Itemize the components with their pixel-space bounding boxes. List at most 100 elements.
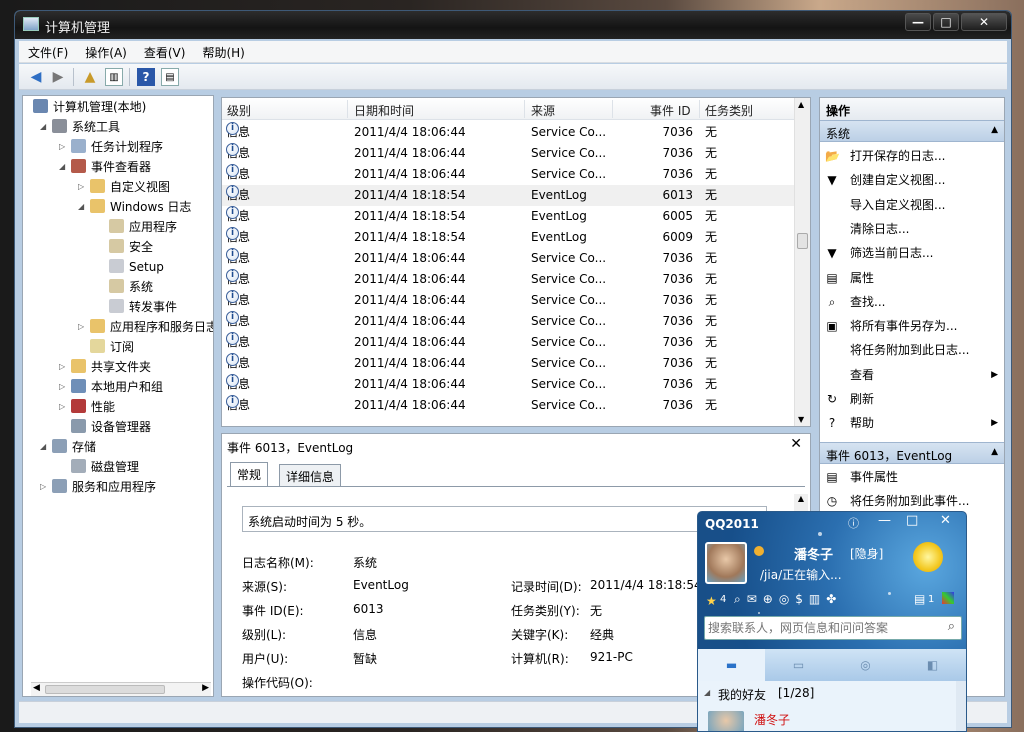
- tree-item[interactable]: 应用程序: [109, 218, 177, 236]
- online-status-icon[interactable]: [754, 546, 764, 556]
- actions-section-event[interactable]: 事件 6013，EventLog ▲: [820, 442, 1004, 464]
- tree-item[interactable]: 计算机管理(本地): [33, 98, 146, 116]
- collapse-icon[interactable]: ◢: [40, 438, 48, 456]
- qq-close-button[interactable]: ✕: [940, 513, 951, 528]
- action-item[interactable]: ▤ 属性: [820, 266, 1004, 290]
- tree-item[interactable]: 安全: [109, 238, 153, 256]
- event-row[interactable]: i 信息 2011/4/4 18:06:44 Service Co... 7036 无: [222, 164, 794, 185]
- event-row[interactable]: i 信息 2011/4/4 18:18:54 EventLog 6005 无: [222, 206, 794, 227]
- action-item[interactable]: ▤ 事件属性: [820, 465, 1004, 489]
- menu-file[interactable]: 文件(F): [19, 41, 76, 61]
- expand-icon[interactable]: ▷: [59, 358, 67, 376]
- help-icon[interactable]: ?: [137, 68, 155, 86]
- collapse-icon[interactable]: ◢: [40, 118, 48, 136]
- qq-toolbar-icons[interactable]: ⌕✉⊕◎$▥✤: [734, 592, 842, 607]
- tree-item[interactable]: 磁盘管理: [71, 458, 139, 476]
- tree-item[interactable]: ◢ 存储: [40, 438, 96, 456]
- tree-item[interactable]: ▷ 应用程序和服务日志: [78, 318, 213, 336]
- event-row[interactable]: i 信息 2011/4/4 18:06:44 Service Co... 7036 无: [222, 290, 794, 311]
- collapse-icon[interactable]: ◢: [59, 158, 67, 176]
- action-item[interactable]: 导入自定义视图...: [820, 193, 1004, 217]
- event-row[interactable]: i 信息 2011/4/4 18:18:54 EventLog 6013 无: [222, 185, 794, 206]
- tab-details[interactable]: 详细信息: [279, 464, 342, 486]
- action-item[interactable]: 📂 打开保存的日志...: [820, 144, 1004, 168]
- tree-item[interactable]: 订阅: [90, 338, 134, 356]
- expand-icon[interactable]: ▷: [40, 478, 48, 496]
- collapse-icon[interactable]: ◢: [78, 198, 86, 216]
- tree-item[interactable]: 系统: [109, 278, 153, 296]
- show-action-pane-icon[interactable]: ▤: [161, 68, 179, 86]
- qq-settings-icon[interactable]: ⓘ: [848, 515, 859, 531]
- groups-tab-icon[interactable]: ▭: [765, 649, 832, 681]
- tree-item[interactable]: ▷ 服务和应用程序: [40, 478, 156, 496]
- action-item[interactable]: ▼ 筛选当前日志...: [820, 241, 1004, 265]
- tree-item[interactable]: ▷ 共享文件夹: [59, 358, 151, 376]
- col-task-category[interactable]: 任务类别: [705, 102, 753, 119]
- qq-avatar[interactable]: [705, 542, 747, 584]
- show-tree-icon[interactable]: ▥: [105, 68, 123, 86]
- contact-avatar[interactable]: [708, 711, 744, 731]
- qq-search-input[interactable]: [708, 620, 930, 636]
- contact-name[interactable]: 潘冬子: [754, 711, 790, 728]
- qq-mail-icon[interactable]: ▤: [914, 592, 925, 606]
- search-icon[interactable]: ⌕: [948, 619, 955, 634]
- expand-icon[interactable]: ▷: [59, 138, 67, 156]
- tree-item[interactable]: ▷ 性能: [59, 398, 115, 416]
- expand-icon[interactable]: ▷: [59, 398, 67, 416]
- tree-item[interactable]: Setup: [109, 258, 164, 276]
- action-item[interactable]: ▼ 创建自定义视图...: [820, 168, 1004, 192]
- qq-maximize-button[interactable]: □: [906, 513, 918, 528]
- qq-minimize-button[interactable]: —: [878, 513, 891, 528]
- menu-action[interactable]: 操作(A): [76, 41, 135, 61]
- maximize-button[interactable]: □: [933, 13, 959, 31]
- up-folder-icon[interactable]: ▲: [81, 68, 99, 86]
- event-row[interactable]: i 信息 2011/4/4 18:06:44 Service Co... 7036 无: [222, 311, 794, 332]
- qq-group-name[interactable]: 我的好友: [718, 686, 766, 703]
- col-datetime[interactable]: 日期和时间: [354, 102, 414, 119]
- event-row[interactable]: i 信息 2011/4/4 18:18:54 EventLog 6009 无: [222, 227, 794, 248]
- forward-icon[interactable]: ▶: [49, 68, 67, 86]
- qq-skin-icon[interactable]: [942, 592, 954, 604]
- event-list-scrollbar[interactable]: ▲ ▼: [794, 98, 810, 426]
- tree-item[interactable]: ▷ 自定义视图: [78, 178, 170, 196]
- tree-item[interactable]: ▷ 本地用户和组: [59, 378, 163, 396]
- tree-item[interactable]: ◢ 系统工具: [40, 118, 120, 136]
- weather-sun-icon[interactable]: [913, 542, 943, 572]
- event-row[interactable]: i 信息 2011/4/4 18:06:44 Service Co... 7036 无: [222, 122, 794, 143]
- tab-general[interactable]: 常规: [230, 462, 269, 487]
- col-source[interactable]: 来源: [531, 102, 555, 119]
- col-event-id[interactable]: 事件 ID: [650, 102, 691, 119]
- event-row[interactable]: i 信息 2011/4/4 18:06:44 Service Co... 7036 无: [222, 395, 794, 416]
- tree-item[interactable]: 设备管理器: [71, 418, 151, 436]
- minimize-button[interactable]: —: [905, 13, 931, 31]
- event-row[interactable]: i 信息 2011/4/4 18:06:44 Service Co... 7036 无: [222, 248, 794, 269]
- expand-icon[interactable]: ▷: [78, 178, 86, 196]
- tree-item[interactable]: ◢ Windows 日志: [78, 198, 191, 216]
- back-icon[interactable]: ◀: [27, 68, 45, 86]
- contacts-tab-icon[interactable]: ▬: [698, 649, 765, 681]
- action-item[interactable]: 将任务附加到此日志...: [820, 338, 1004, 362]
- tree-horizontal-scrollbar[interactable]: ◀ ▶: [31, 682, 211, 696]
- close-button[interactable]: ✕: [961, 13, 1007, 31]
- qq-search-box[interactable]: ⌕: [704, 616, 962, 640]
- actions-section-system[interactable]: 系统 ▲: [820, 120, 1004, 142]
- event-row[interactable]: i 信息 2011/4/4 18:06:44 Service Co... 7036 无: [222, 143, 794, 164]
- expand-icon[interactable]: ▷: [59, 378, 67, 396]
- menu-view[interactable]: 查看(V): [135, 41, 194, 61]
- qzone-tab-icon[interactable]: ◎: [832, 649, 899, 681]
- event-row[interactable]: i 信息 2011/4/4 18:06:44 Service Co... 7036 无: [222, 374, 794, 395]
- tree-item[interactable]: ▷ 任务计划程序: [59, 138, 163, 156]
- action-item[interactable]: ▣ 将所有事件另存为...: [820, 314, 1004, 338]
- recent-tab-icon[interactable]: ◧: [899, 649, 966, 681]
- qq-signature[interactable]: /jia/正在输入...: [760, 566, 842, 583]
- event-row[interactable]: i 信息 2011/4/4 18:06:44 Service Co... 7036 无: [222, 332, 794, 353]
- title-bar[interactable]: 计算机管理 — □ ✕: [15, 11, 1011, 39]
- group-expand-icon[interactable]: ◢: [704, 688, 710, 697]
- tree-item[interactable]: ◢ 事件查看器: [59, 158, 151, 176]
- expand-icon[interactable]: ▷: [78, 318, 86, 336]
- action-item[interactable]: 查看 ▶: [820, 363, 1004, 387]
- action-item[interactable]: ◷ 将任务附加到此事件...: [820, 489, 1004, 513]
- col-level[interactable]: 级别: [227, 102, 251, 119]
- tree-item[interactable]: 转发事件: [109, 298, 177, 316]
- action-item[interactable]: 清除日志...: [820, 217, 1004, 241]
